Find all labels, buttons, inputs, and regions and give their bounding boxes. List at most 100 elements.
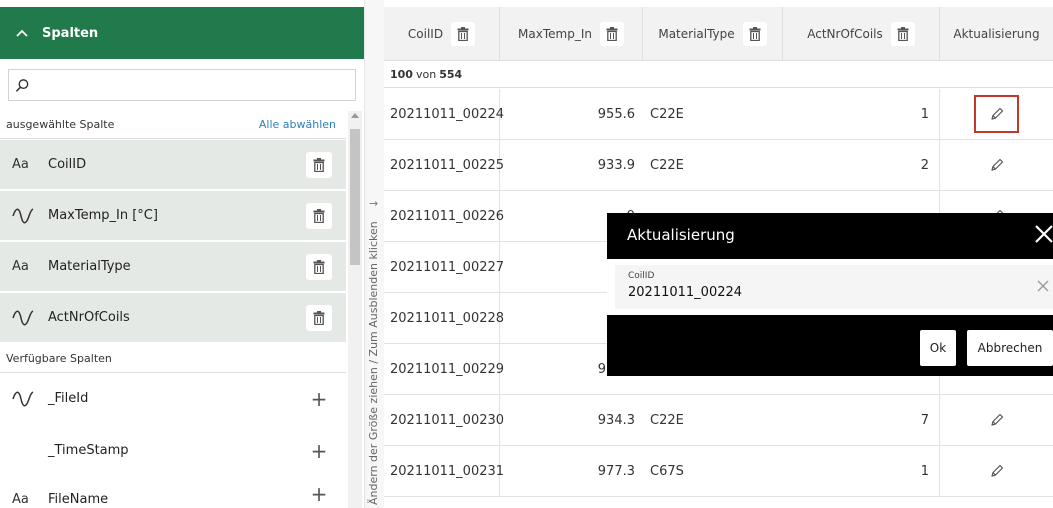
edit-row-button[interactable]	[974, 452, 1019, 490]
edit-row-button[interactable]	[974, 401, 1019, 439]
column-header-actnrofcoils[interactable]: ActNrOfCoils	[783, 7, 940, 61]
ok-button[interactable]: Ok	[920, 330, 956, 366]
cell-maxtemp: 933.9	[597, 157, 635, 173]
add-column-button[interactable]: +	[306, 386, 332, 412]
numeric-wave-icon	[12, 309, 34, 325]
selected-column-item[interactable]: ActNrOfCoils	[0, 293, 346, 343]
available-column-item[interactable]: Aa FileName +	[0, 478, 346, 508]
rows-shown-count: 100	[390, 68, 413, 81]
column-header-maxtemp[interactable]: MaxTemp_In	[500, 7, 643, 61]
remove-column-button[interactable]	[451, 22, 476, 46]
cell-aktualisierung	[940, 89, 1053, 139]
remove-column-button[interactable]	[742, 22, 767, 46]
coilid-field[interactable]: CoilID 20211011_00224	[615, 265, 1053, 309]
column-search-input[interactable]	[36, 71, 355, 99]
cell-maxtemp: 977.3	[597, 463, 635, 479]
search-icon	[15, 78, 29, 92]
remove-column-button[interactable]	[306, 304, 332, 331]
column-header-aktualisierung[interactable]: Aktualisierung	[940, 7, 1053, 61]
numeric-wave-icon	[12, 207, 34, 223]
column-name: MaterialType	[48, 259, 131, 274]
cell-actnrofcoils: 7	[783, 395, 940, 445]
scrollbar-thumb[interactable]	[350, 129, 360, 265]
cell-materialtype: C22E	[650, 412, 684, 428]
pencil-icon	[990, 158, 1003, 171]
cell-materialtype: C22E	[650, 157, 684, 173]
app-window: Spalten ausgewählte Spalte Alle abwählen…	[0, 0, 1053, 508]
edit-row-button[interactable]	[974, 95, 1019, 133]
remove-column-button[interactable]	[599, 22, 624, 46]
pencil-icon	[990, 464, 1003, 477]
columns-panel: Spalten ausgewählte Spalte Alle abwählen…	[0, 0, 364, 508]
trash-icon	[313, 157, 325, 172]
add-column-button[interactable]: +	[306, 438, 332, 464]
numeric-wave-icon	[12, 390, 34, 406]
cell-coilid: 20211011_00224	[384, 89, 504, 139]
selected-column-item[interactable]: MaxTemp_In [°C]	[0, 191, 346, 241]
selected-column-item[interactable]: Aa CoilID	[0, 140, 346, 190]
remove-column-button[interactable]	[306, 151, 332, 178]
column-header-coilid[interactable]: CoilID	[384, 7, 500, 61]
available-columns-section: Verfügbare Spalten	[0, 345, 346, 373]
dialog-body: CoilID 20211011_00224	[607, 259, 1053, 315]
available-columns-label: Verfügbare Spalten	[6, 352, 112, 365]
available-column-item[interactable]: _FileId +	[0, 374, 346, 424]
trash-icon	[457, 27, 469, 41]
table-row[interactable]: 20211011_00224 955.6 C22E 1	[384, 89, 1053, 140]
cell-actnrofcoils: 2	[783, 140, 940, 190]
edit-row-button[interactable]	[974, 146, 1019, 184]
table-row[interactable]: 20211011_00231 977.3 C67S 1	[384, 446, 1053, 497]
cell-maxtemp: 955.6	[597, 106, 635, 122]
selected-columns-section: ausgewählte Spalte Alle abwählen	[0, 111, 346, 139]
remove-column-button[interactable]	[306, 202, 332, 229]
table-header: CoilID MaxTemp_In MaterialType ActNrOfCo…	[384, 7, 1053, 61]
cell-materialtype: C67S	[650, 463, 684, 479]
column-name: FileName	[48, 492, 109, 507]
cell-maxtemp: 934.3	[597, 412, 635, 428]
remove-column-button[interactable]	[890, 22, 915, 46]
pencil-icon	[990, 413, 1003, 426]
add-column-button[interactable]: +	[306, 481, 332, 507]
cell-aktualisierung	[940, 446, 1053, 496]
cell-coilid: 20211011_00226	[384, 191, 504, 241]
cell-actnrofcoils: 1	[783, 446, 940, 496]
cell-coilid: 20211011_00228	[384, 293, 504, 343]
remove-column-button[interactable]	[306, 253, 332, 280]
scroll-up-arrow-icon[interactable]	[351, 113, 359, 118]
panel-resize-handle[interactable]: → Ändern der Größe ziehen / Zum Ausblend…	[364, 0, 384, 508]
trash-icon	[313, 259, 325, 274]
column-name: _FileId	[48, 391, 89, 406]
resize-hint-text: Ändern der Größe ziehen / Zum Ausblenden…	[367, 221, 380, 505]
coilid-field-label: CoilID	[628, 271, 655, 281]
available-column-item[interactable]: _TimeStamp +	[0, 426, 346, 476]
columns-panel-header[interactable]: Spalten	[0, 7, 364, 59]
row-count: 100 von 554	[384, 62, 1053, 88]
deselect-all-link[interactable]: Alle abwählen	[259, 118, 336, 131]
cell-coilid: 20211011_00225	[384, 140, 504, 190]
column-name: CoilID	[48, 157, 87, 172]
close-icon[interactable]	[1033, 223, 1053, 245]
cell-coilid: 20211011_00229	[384, 344, 504, 394]
cell-aktualisierung	[940, 395, 1053, 445]
selected-columns-label: ausgewählte Spalte	[6, 118, 115, 131]
table-row[interactable]: 20211011_00230 934.3 C22E 7	[384, 395, 1053, 446]
columns-scrollbar[interactable]	[348, 111, 362, 508]
cell-materialtype: C22E	[650, 106, 684, 122]
column-name: MaxTemp_In [°C]	[48, 208, 158, 223]
rows-count-word: von	[415, 68, 437, 81]
dialog-title: Aktualisierung	[627, 226, 735, 244]
columns-panel-title: Spalten	[42, 25, 99, 41]
cancel-button[interactable]: Abbrechen	[967, 330, 1053, 366]
cell-actnrofcoils: 1	[783, 89, 940, 139]
coilid-field-value[interactable]: 20211011_00224	[628, 285, 742, 300]
column-header-materialtype[interactable]: MaterialType	[643, 7, 783, 61]
cell-coilid: 20211011_00231	[384, 446, 504, 496]
trash-icon	[313, 208, 325, 223]
rows-total-count: 554	[439, 68, 463, 81]
table-row[interactable]: 20211011_00225 933.9 C22E 2	[384, 140, 1053, 191]
chevron-up-icon	[16, 29, 28, 37]
text-type-icon: Aa	[12, 492, 29, 507]
text-type-icon: Aa	[12, 157, 29, 172]
clear-icon[interactable]	[1035, 278, 1051, 294]
selected-column-item[interactable]: Aa MaterialType	[0, 242, 346, 292]
